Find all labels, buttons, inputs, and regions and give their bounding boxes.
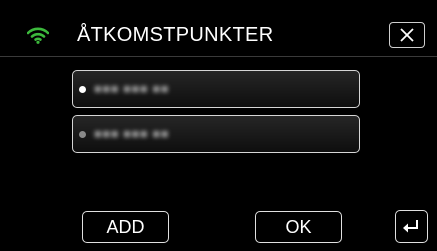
access-point-ssid: ■■■ ■■■ ■■ [94,81,170,96]
ok-button[interactable]: OK [255,211,342,243]
page-title: ÅTKOMSTPUNKTER [77,24,274,46]
close-button[interactable] [389,22,425,48]
close-icon [400,28,414,42]
selected-indicator-dot [79,86,86,93]
header-bar: ÅTKOMSTPUNKTER [0,0,437,56]
add-button[interactable]: ADD [82,211,169,243]
header-divider [0,56,437,57]
access-point-item[interactable]: ■■■ ■■■ ■■ [72,70,360,108]
access-point-list: ■■■ ■■■ ■■ ■■■ ■■■ ■■ [72,70,360,160]
access-point-item[interactable]: ■■■ ■■■ ■■ [72,115,360,153]
return-arrow-icon [403,220,418,233]
wifi-icon [26,26,50,44]
unselected-indicator-dot [79,131,86,138]
back-button[interactable] [395,210,428,243]
access-point-ssid: ■■■ ■■■ ■■ [94,126,170,141]
